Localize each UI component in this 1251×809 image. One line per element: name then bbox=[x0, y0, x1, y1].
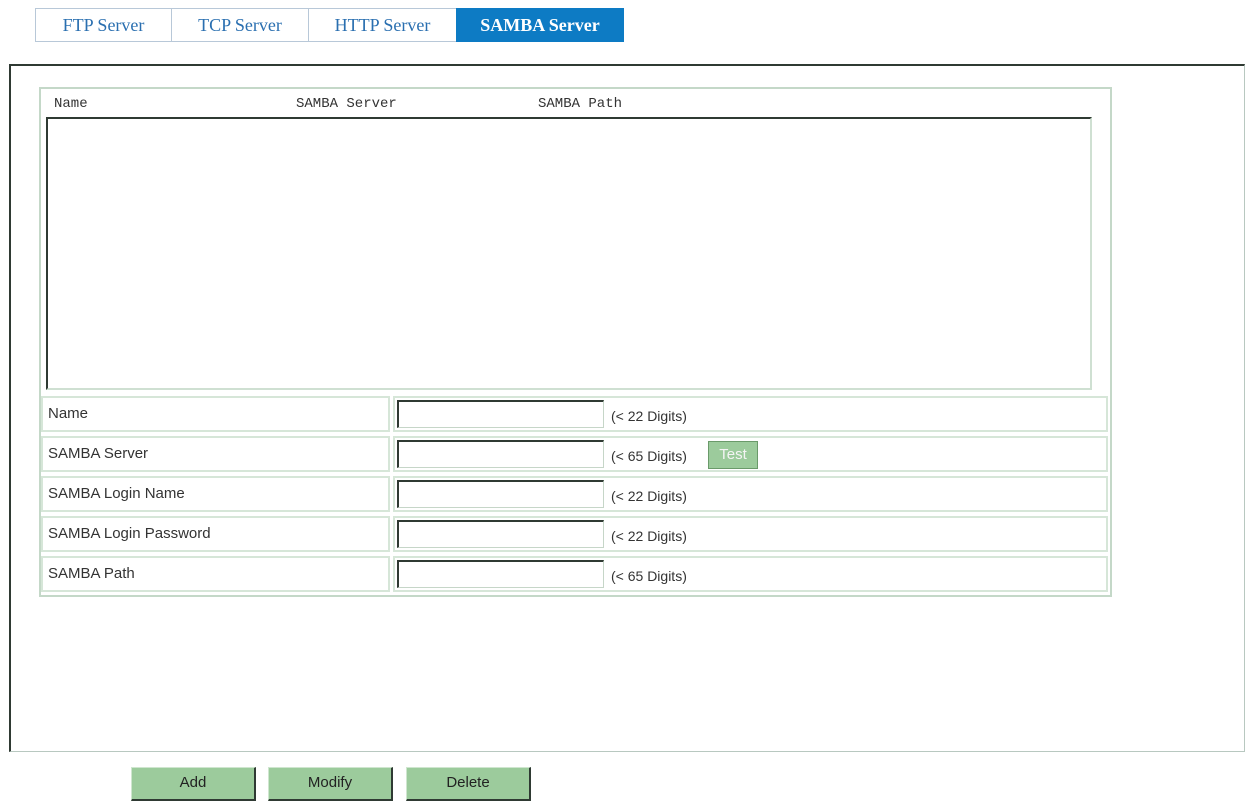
samba-path-input[interactable] bbox=[397, 560, 604, 588]
tab-tcp-server[interactable]: TCP Server bbox=[171, 8, 308, 42]
samba-server-label: SAMBA Server bbox=[41, 436, 390, 472]
tab-http-server[interactable]: HTTP Server bbox=[308, 8, 456, 42]
form-row-name: Name (< 22 Digits) bbox=[41, 396, 1108, 434]
column-name: Name bbox=[54, 96, 88, 112]
add-button[interactable]: Add bbox=[131, 767, 256, 801]
login-password-input[interactable] bbox=[397, 520, 604, 548]
form-row-login-name: SAMBA Login Name (< 22 Digits) bbox=[41, 476, 1108, 514]
name-hint: (< 22 Digits) bbox=[611, 408, 687, 424]
samba-server-input-cell: (< 65 Digits) Test bbox=[393, 436, 1108, 472]
tab-samba-server[interactable]: SAMBA Server bbox=[456, 8, 624, 42]
form-row-samba-path: SAMBA Path (< 65 Digits) bbox=[41, 556, 1108, 594]
samba-server-input[interactable] bbox=[397, 440, 604, 468]
login-password-label: SAMBA Login Password bbox=[41, 516, 390, 552]
column-samba-path: SAMBA Path bbox=[538, 96, 623, 112]
samba-path-hint: (< 65 Digits) bbox=[611, 568, 687, 584]
form-row-samba-server: SAMBA Server (< 65 Digits) Test bbox=[41, 436, 1108, 474]
login-name-hint: (< 22 Digits) bbox=[611, 488, 687, 504]
login-name-input[interactable] bbox=[397, 480, 604, 508]
login-password-input-cell: (< 22 Digits) bbox=[393, 516, 1108, 552]
samba-path-input-cell: (< 65 Digits) bbox=[393, 556, 1108, 592]
name-label: Name bbox=[41, 396, 390, 432]
server-tabs: FTP Server TCP Server HTTP Server SAMBA … bbox=[35, 8, 624, 42]
login-password-hint: (< 22 Digits) bbox=[611, 528, 687, 544]
name-input-cell: (< 22 Digits) bbox=[393, 396, 1108, 432]
login-name-input-cell: (< 22 Digits) bbox=[393, 476, 1108, 512]
test-button[interactable]: Test bbox=[708, 441, 758, 469]
form-row-login-password: SAMBA Login Password (< 22 Digits) bbox=[41, 516, 1108, 554]
column-samba-server: SAMBA Server bbox=[296, 96, 397, 112]
tab-ftp-server[interactable]: FTP Server bbox=[35, 8, 171, 42]
samba-path-label: SAMBA Path bbox=[41, 556, 390, 592]
samba-server-list[interactable] bbox=[46, 117, 1092, 390]
login-name-label: SAMBA Login Name bbox=[41, 476, 390, 512]
delete-button[interactable]: Delete bbox=[406, 767, 531, 801]
samba-list-header: Name SAMBA Server SAMBA Path bbox=[44, 96, 1104, 116]
name-input[interactable] bbox=[397, 400, 604, 428]
samba-server-hint: (< 65 Digits) bbox=[611, 448, 687, 464]
modify-button[interactable]: Modify bbox=[268, 767, 393, 801]
